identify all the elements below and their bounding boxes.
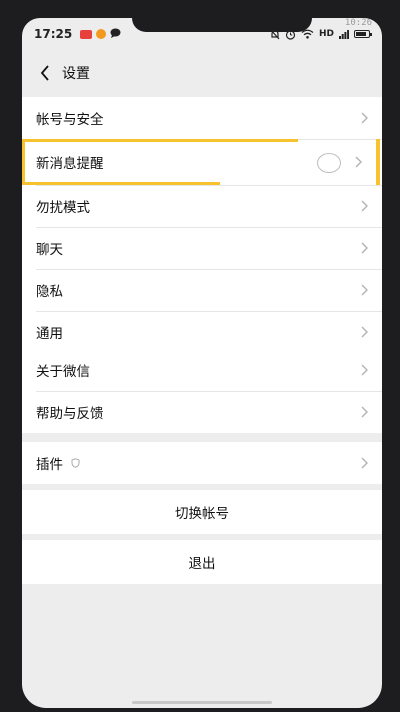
chevron-right-icon xyxy=(361,200,368,212)
settings-item-label: 关于微信 xyxy=(36,364,90,380)
logout-label: 退出 xyxy=(188,556,216,572)
settings-item-account-security[interactable]: 帐号与安全 xyxy=(22,97,382,139)
chevron-left-icon xyxy=(40,65,49,81)
status-right: HD xyxy=(270,29,372,40)
battery-icon xyxy=(354,30,372,38)
nav-bar: 设置 xyxy=(22,50,382,96)
switch-account-group: 切换帐号 xyxy=(22,490,382,534)
settings-item-chat[interactable]: 聊天 xyxy=(22,227,382,269)
network-label: HD xyxy=(318,29,334,39)
back-button[interactable] xyxy=(32,58,58,88)
chevron-right-icon xyxy=(361,326,368,338)
switch-account-button[interactable]: 切换帐号 xyxy=(22,490,382,534)
settings-item-label: 隐私 xyxy=(36,284,63,300)
settings-group-plugins: 插件 xyxy=(22,442,382,484)
switch-account-label: 切换帐号 xyxy=(175,506,229,522)
phone-screen: 10:26 17:25 HD 设置 帐号与安全 新消息提醒 勿扰模式 聊天 隐私… xyxy=(22,18,382,708)
settings-group-about: 关于微信 帮助与反馈 xyxy=(22,349,382,433)
settings-item-label: 新消息提醒 xyxy=(36,156,104,172)
bell-off-icon xyxy=(270,29,280,40)
logout-group: 退出 xyxy=(22,540,382,584)
status-time: 17:25 xyxy=(34,27,73,41)
status-bar: 17:25 HD xyxy=(22,18,382,50)
settings-item-privacy[interactable]: 隐私 xyxy=(22,269,382,311)
shield-icon xyxy=(71,458,80,468)
settings-item-about-wechat[interactable]: 关于微信 xyxy=(22,349,382,391)
orange-app-icon xyxy=(96,29,107,39)
settings-item-label: 勿扰模式 xyxy=(36,200,90,216)
highlight-frame-top xyxy=(24,139,298,142)
chevron-right-icon xyxy=(361,284,368,296)
logout-button[interactable]: 退出 xyxy=(22,540,382,584)
settings-group-main: 帐号与安全 新消息提醒 勿扰模式 聊天 隐私 通用 xyxy=(22,97,382,353)
settings-item-label: 通用 xyxy=(36,326,63,342)
highlight-frame-left xyxy=(22,139,25,185)
settings-item-label: 帐号与安全 xyxy=(36,112,104,128)
settings-item-plugins[interactable]: 插件 xyxy=(22,442,382,484)
red-app-icon xyxy=(80,29,93,39)
touch-indicator xyxy=(317,153,341,173)
alarm-icon xyxy=(285,29,296,40)
message-icon xyxy=(110,27,121,41)
settings-item-label: 插件 xyxy=(36,457,63,473)
settings-item-label: 聊天 xyxy=(36,242,63,258)
chevron-right-icon xyxy=(361,406,368,418)
settings-item-help-feedback[interactable]: 帮助与反馈 xyxy=(22,391,382,433)
home-indicator[interactable] xyxy=(132,701,272,704)
settings-item-new-message-notification[interactable]: 新消息提醒 xyxy=(22,139,382,185)
signal-icon xyxy=(339,29,349,39)
settings-item-label: 帮助与反馈 xyxy=(36,406,104,422)
settings-item-do-not-disturb[interactable]: 勿扰模式 xyxy=(22,185,382,227)
chevron-right-icon xyxy=(361,112,368,124)
chevron-right-icon xyxy=(361,364,368,376)
chevron-right-icon xyxy=(355,156,362,168)
highlight-frame-right xyxy=(376,139,380,185)
page-title: 设置 xyxy=(62,66,90,82)
wifi-icon xyxy=(301,29,314,39)
chevron-right-icon xyxy=(361,457,368,469)
chevron-right-icon xyxy=(361,242,368,254)
settings-item-general[interactable]: 通用 xyxy=(22,311,382,353)
